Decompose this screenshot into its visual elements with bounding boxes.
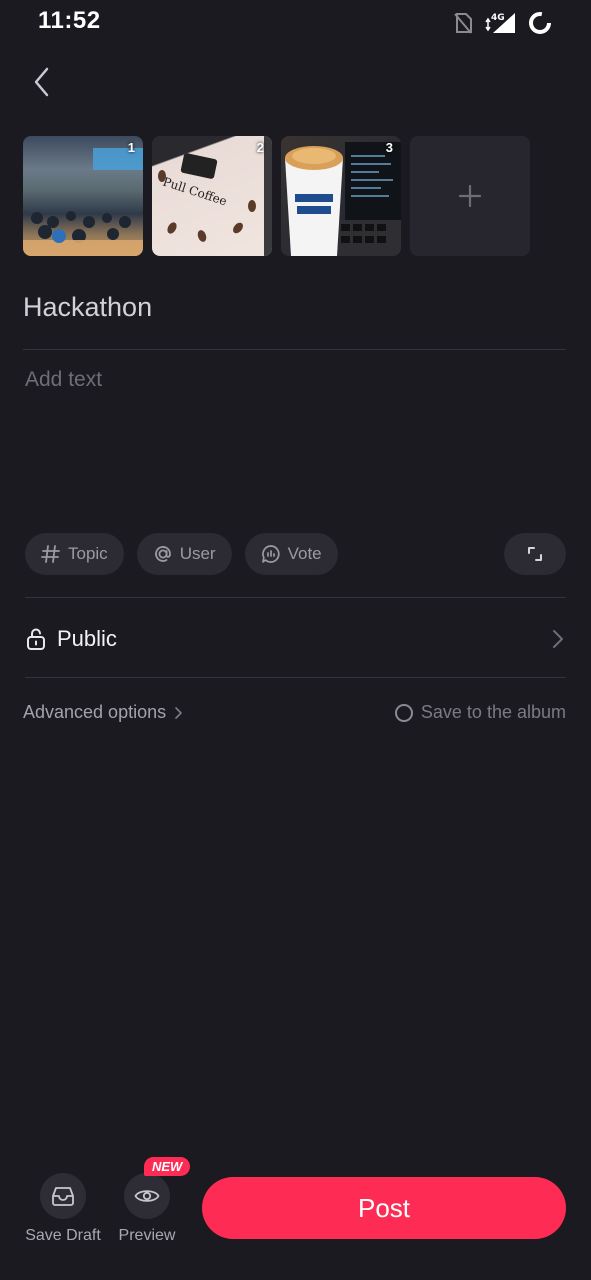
new-badge: NEW — [144, 1157, 191, 1176]
hashtag-icon — [41, 545, 60, 563]
status-icons: 4G — [453, 10, 553, 36]
advanced-options-link[interactable]: Advanced options — [23, 702, 184, 723]
chips-divider — [25, 597, 566, 598]
privacy-label: Public — [57, 626, 117, 651]
vote-chip[interactable]: Vote — [244, 533, 338, 575]
unlock-icon — [27, 628, 45, 650]
advanced-options-label: Advanced options — [23, 702, 167, 722]
topic-chip[interactable]: Topic — [25, 533, 124, 575]
preview-circle — [124, 1173, 170, 1219]
thumbnail-index: 3 — [385, 140, 393, 155]
save-draft-label: Save Draft — [25, 1227, 101, 1244]
chevron-left-icon — [34, 67, 49, 97]
save-to-album-toggle[interactable]: Save to the album — [394, 702, 566, 723]
media-thumbnail-3[interactable]: 3 — [281, 136, 401, 256]
save-draft-button[interactable]: Save Draft — [18, 1173, 108, 1245]
poll-bubble-icon — [261, 545, 280, 563]
post-body-input[interactable]: Add text — [25, 368, 102, 392]
thumbnail-image: Pull Coffee — [158, 136, 272, 256]
chevron-right-small-icon — [175, 706, 182, 719]
title-divider — [23, 349, 566, 350]
save-to-album-label: Save to the album — [420, 702, 566, 722]
signal-icon: 4G — [485, 13, 515, 33]
back-button[interactable] — [30, 64, 66, 100]
topic-chip-label: Topic — [68, 544, 108, 563]
user-chip-label: User — [179, 544, 216, 563]
media-thumbnail-2[interactable]: Pull Coffee 2 — [152, 136, 272, 256]
privacy-setting-row[interactable]: Public — [25, 620, 566, 658]
thumbnail-index: 2 — [256, 140, 264, 155]
privacy-divider — [25, 677, 566, 678]
preview-button[interactable]: Preview — [102, 1173, 192, 1245]
expand-icon — [528, 547, 542, 561]
thumbnail-image — [285, 142, 401, 256]
add-media-button[interactable] — [410, 136, 530, 256]
network-type: 4G — [491, 13, 505, 23]
no-sim-icon — [454, 13, 472, 34]
vote-chip-label: Vote — [287, 544, 322, 563]
media-strip: 1 Pull Coffee 2 3 — [23, 136, 530, 256]
expand-editor-button[interactable] — [504, 533, 566, 575]
status-time: 11:52 — [38, 7, 101, 34]
user-chip[interactable]: User — [136, 533, 232, 575]
media-thumbnail-1[interactable]: 1 — [23, 136, 143, 256]
svg-text:Pull Coffee: Pull Coffee — [161, 175, 229, 209]
save-draft-circle — [40, 1173, 86, 1219]
preview-label: Preview — [118, 1227, 176, 1244]
at-icon — [154, 546, 171, 562]
chevron-right-icon — [553, 630, 563, 648]
radio-unchecked-icon — [394, 703, 413, 722]
post-title-input[interactable]: Hackathon — [23, 292, 152, 323]
loading-icon — [529, 12, 551, 34]
plus-icon — [458, 184, 482, 208]
thumbnail-image — [23, 148, 143, 256]
post-button[interactable]: Post — [202, 1177, 566, 1239]
eye-icon — [134, 1190, 160, 1202]
thumbnail-index: 1 — [127, 140, 135, 155]
composer-chips: Topic User Vote — [25, 533, 338, 575]
inbox-tray-icon — [52, 1187, 74, 1206]
